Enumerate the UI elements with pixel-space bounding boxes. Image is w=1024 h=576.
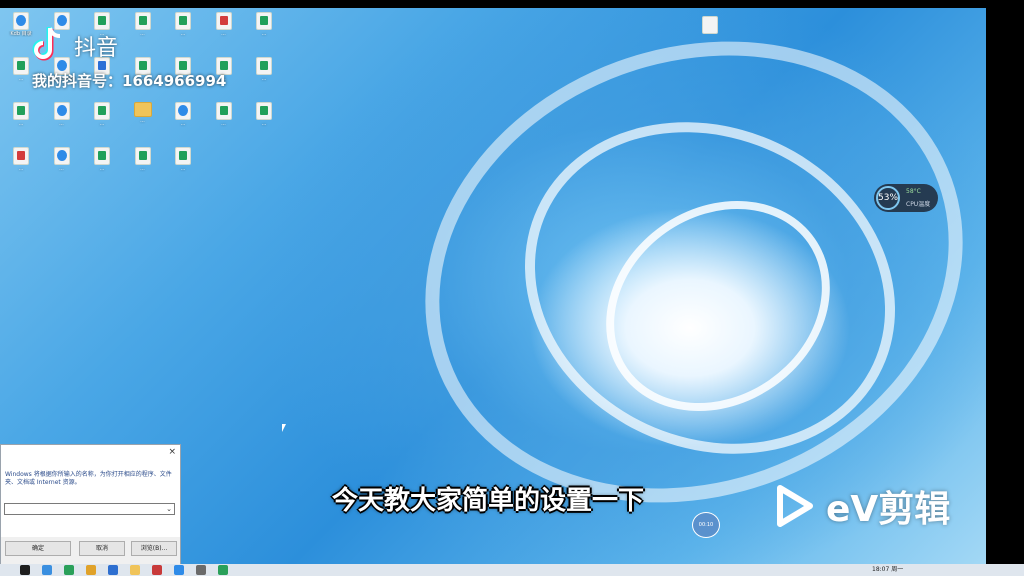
desktop-icon-label: ... <box>261 121 267 127</box>
xls-file-icon <box>256 57 272 75</box>
app-file-icon <box>53 102 70 120</box>
desktop-icon-13[interactable]: ... <box>238 57 290 82</box>
xls-file-icon <box>94 102 110 120</box>
video-subtitle: 今天教大家简单的设置一下 <box>332 486 645 516</box>
top-letterbox <box>0 0 1024 8</box>
xls-file-icon <box>175 147 191 165</box>
desktop-icon-label: ... <box>261 76 267 82</box>
desktop-icon-25[interactable]: ... <box>157 147 209 172</box>
xls-file-icon <box>134 147 151 165</box>
pdf-file-icon <box>13 147 29 165</box>
xls-file-icon <box>215 102 232 120</box>
desktop-icon-20[interactable]: ... <box>238 102 290 127</box>
ev-logo-text: eV剪辑 <box>826 489 951 530</box>
xls-file-icon <box>256 102 272 120</box>
timer-badge: 00:10 <box>692 512 720 538</box>
taskbar-app-icon[interactable] <box>152 565 162 575</box>
ev-play-icon <box>777 485 813 527</box>
taskbar-app-icon[interactable] <box>20 565 30 575</box>
xls-file-icon <box>175 12 191 30</box>
chevron-down-icon[interactable]: ⌄ <box>166 504 172 514</box>
taskbar-app-icon[interactable] <box>130 565 140 575</box>
desktop-icon-label: ... <box>261 31 267 37</box>
cancel-button[interactable]: 取消 <box>79 541 125 556</box>
douyin-account-id: 我的抖音号：1664966994 <box>32 72 227 90</box>
desktop-icon-label: ... <box>180 166 186 172</box>
taskbar-app-icon[interactable] <box>174 565 184 575</box>
pdf-file-icon <box>215 12 232 30</box>
run-open-input[interactable]: ⌄ <box>4 503 175 515</box>
cpu-usage-ring: 53% <box>876 186 900 210</box>
taskbar-app-icon[interactable] <box>108 565 118 575</box>
run-dialog-description: Windows 将根据你所输入的名称，为你打开相应的程序、文件夹、文档或 Int… <box>5 471 172 486</box>
xls-file-icon <box>134 12 151 30</box>
close-icon[interactable]: × <box>168 447 176 457</box>
xls-file-icon <box>13 102 29 120</box>
taskbar-app-icon[interactable] <box>86 565 96 575</box>
right-letterbox <box>986 0 1024 576</box>
app-file-icon <box>53 147 70 165</box>
xls-file-icon <box>94 12 110 30</box>
taskbar-app-icon[interactable] <box>218 565 228 575</box>
ok-button[interactable]: 确定 <box>5 541 71 556</box>
xls-file-icon <box>13 57 29 75</box>
file-icon <box>702 16 718 34</box>
taskbar-app-icon[interactable] <box>64 565 74 575</box>
cpu-temperature: 58°C <box>906 188 921 195</box>
douyin-app-name: 抖音 <box>74 36 119 61</box>
top-right-shortcut[interactable] <box>684 16 736 35</box>
desktop-icon-6[interactable]: ... <box>238 12 290 37</box>
taskbar-app-icon[interactable] <box>42 565 52 575</box>
douyin-logo-icon <box>32 27 61 61</box>
run-dialog: × Windows 将根据你所输入的名称，为你打开相应的程序、文件夹、文档或 I… <box>0 444 181 564</box>
run-dialog-button-bar: 确定 取消 浏览(B)... <box>1 537 180 564</box>
xls-file-icon <box>256 12 272 30</box>
folder-icon <box>133 102 152 117</box>
cpu-monitor-widget[interactable]: 53% 58°C CPU温度 <box>874 184 938 212</box>
taskbar: 18:07 周一 <box>0 564 1024 576</box>
xls-file-icon <box>94 147 110 165</box>
app-file-icon <box>13 12 29 30</box>
taskbar-app-icon[interactable] <box>196 565 206 575</box>
cpu-label: CPU温度 <box>906 201 931 208</box>
taskbar-clock[interactable]: 18:07 周一 <box>872 565 903 575</box>
browse-button[interactable]: 浏览(B)... <box>131 541 177 556</box>
mouse-pointer <box>282 424 286 432</box>
app-file-icon <box>175 102 191 120</box>
